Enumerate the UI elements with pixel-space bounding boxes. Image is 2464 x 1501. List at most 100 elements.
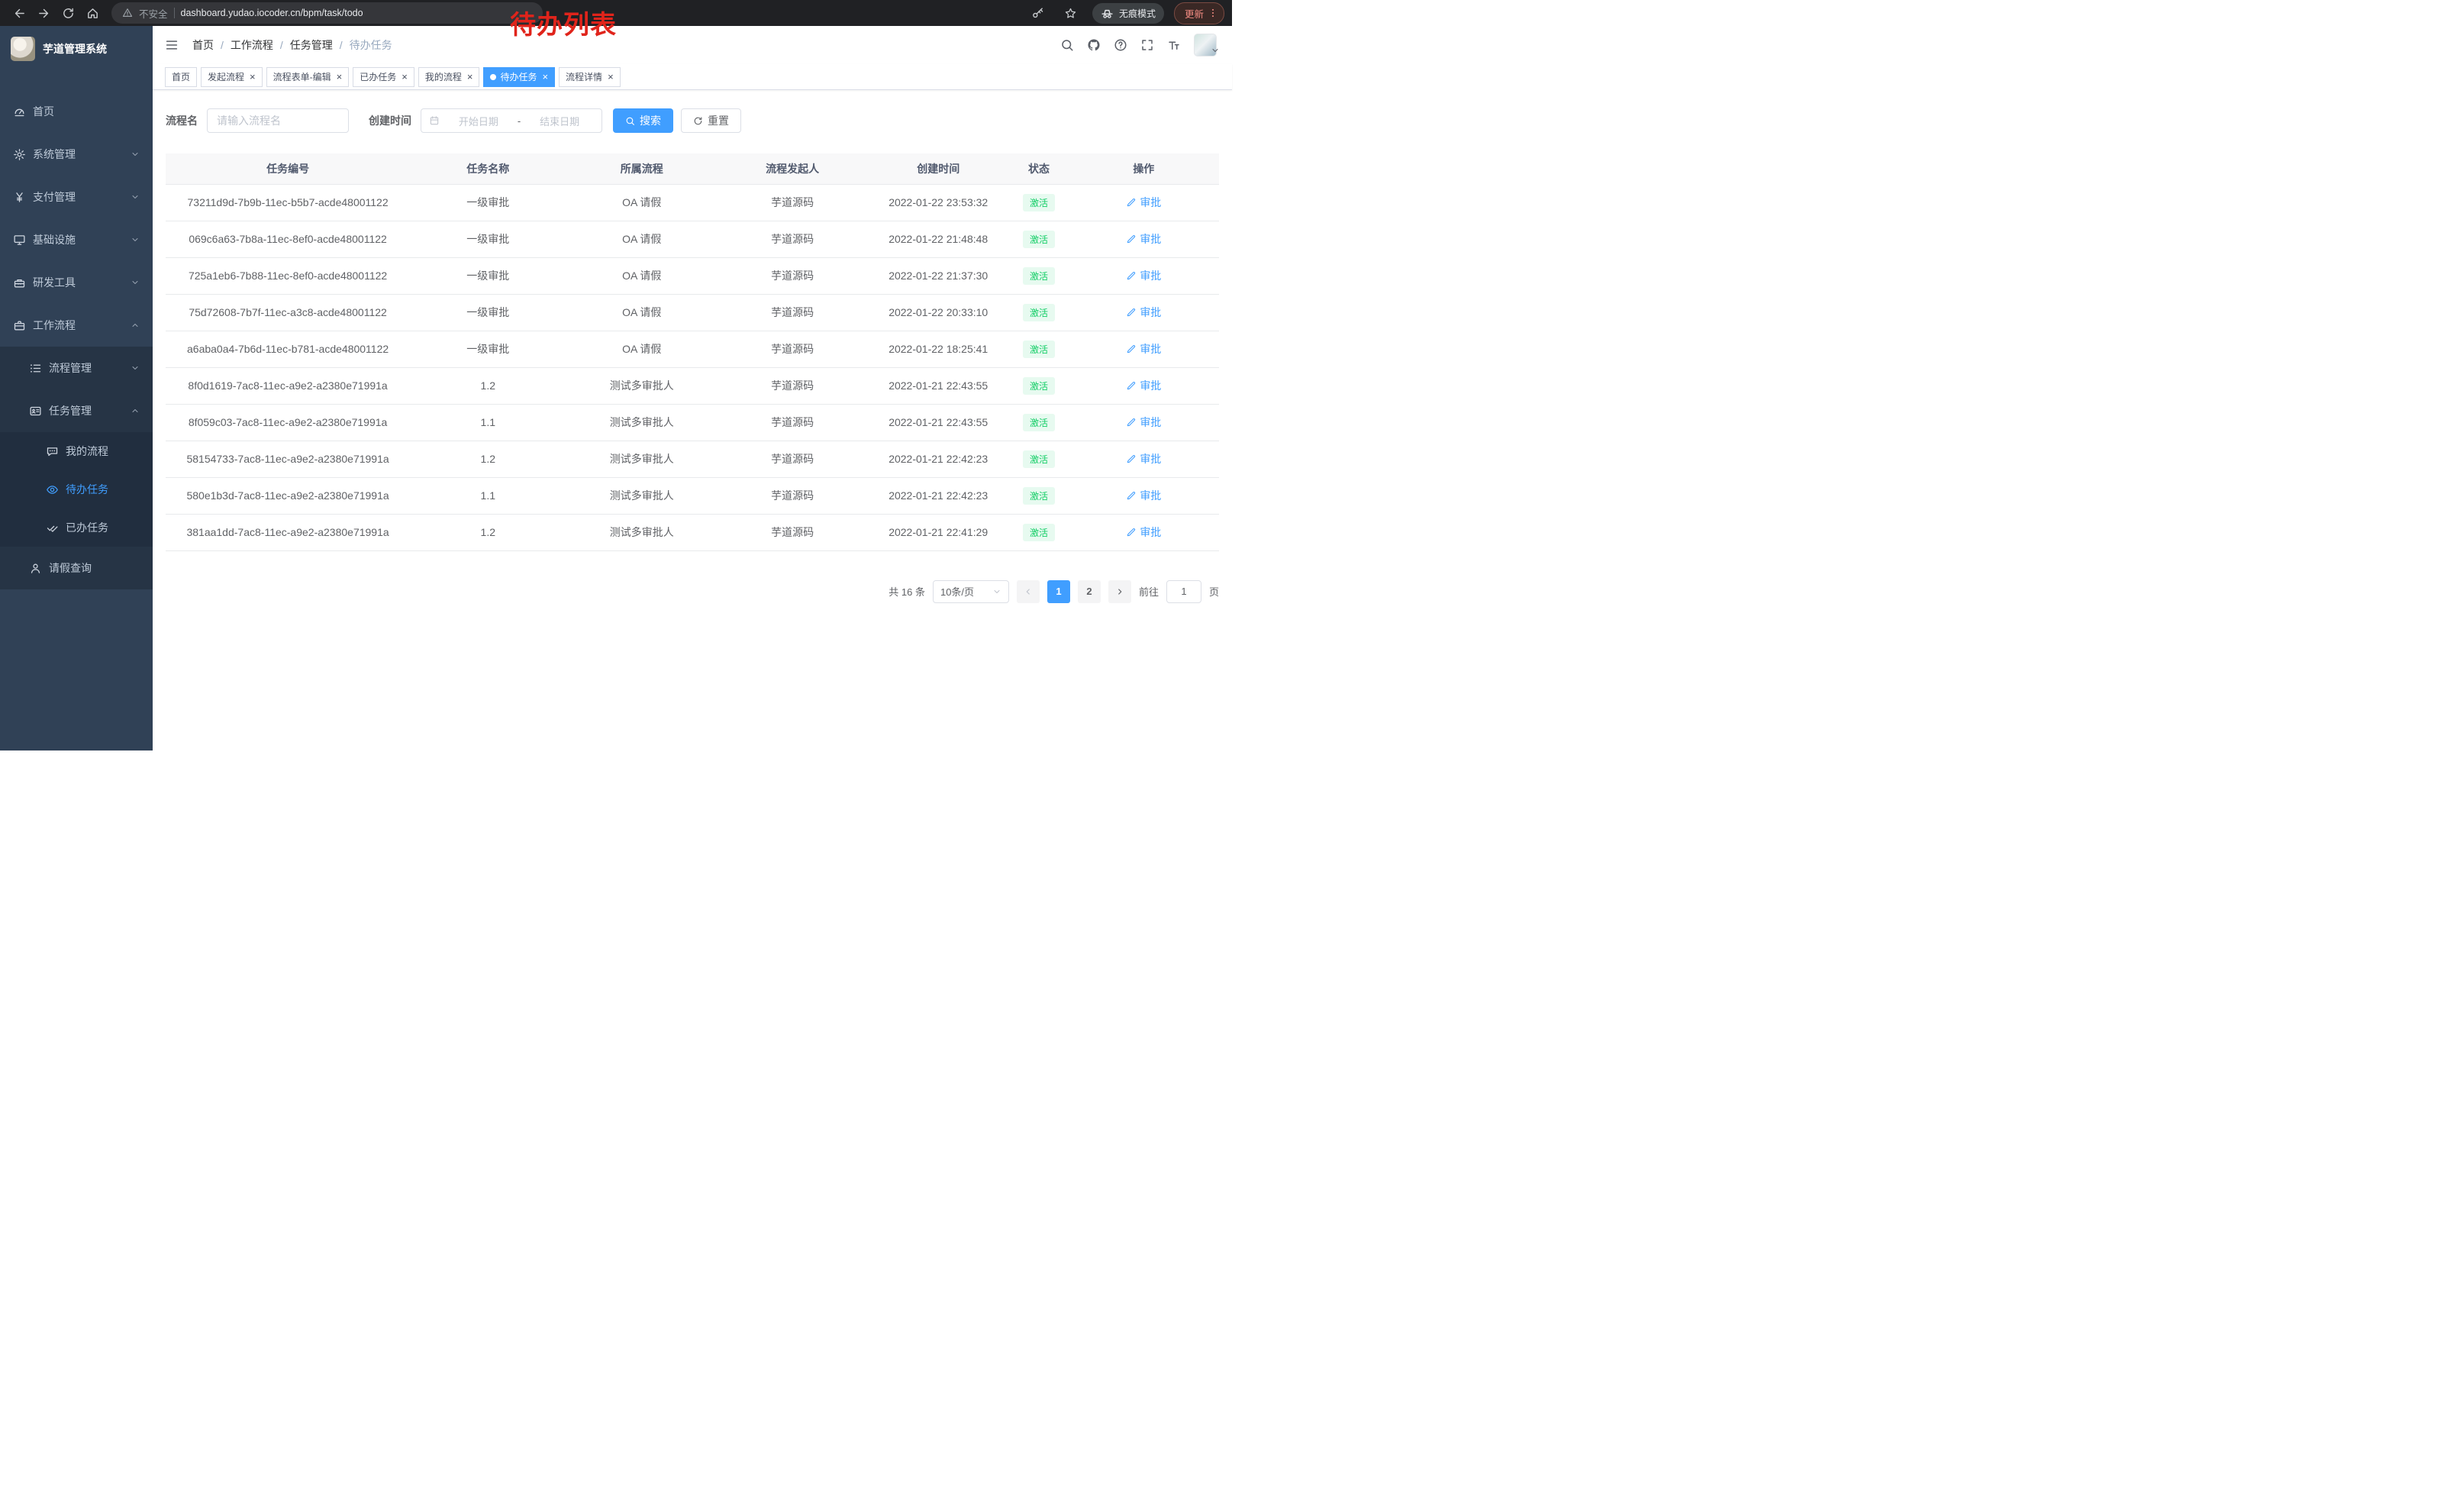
sidebar-item-label: 工作流程 [33, 318, 76, 333]
table-row: 8f059c03-7ac8-11ec-a9e2-a2380e71991a1.1测… [166, 404, 1219, 441]
tab[interactable]: 首页 [165, 67, 197, 87]
font-size-button[interactable] [1167, 38, 1181, 52]
security-label: 不安全 [139, 6, 168, 21]
sidebar-menu: 首页 系统管理 支付管理 基础设施 研发工具 [0, 72, 153, 589]
incognito-badge: 无痕模式 [1092, 3, 1164, 24]
pencil-icon [1126, 527, 1137, 537]
browser-update-button[interactable]: 更新 [1174, 2, 1224, 24]
approve-link[interactable]: 审批 [1126, 525, 1161, 540]
status-badge: 激活 [1023, 377, 1055, 395]
github-link[interactable] [1087, 38, 1101, 52]
approve-link[interactable]: 审批 [1126, 488, 1161, 503]
sidebar-item-my-processes[interactable]: 我的流程 [0, 432, 153, 470]
user-menu[interactable] [1194, 34, 1220, 56]
calendar-icon [429, 115, 440, 126]
cell-process: 测试多审批人 [566, 404, 718, 441]
sidebar-item-workflow[interactable]: 工作流程 [0, 304, 153, 347]
goto-page-input[interactable] [1166, 580, 1201, 603]
browser-reload-button[interactable] [56, 2, 79, 24]
tab-close-icon[interactable]: × [337, 72, 343, 82]
header-search-button[interactable] [1060, 38, 1074, 52]
red-annotation-text: 待办列表 [510, 4, 617, 41]
tab[interactable]: 待办任务× [483, 67, 555, 87]
approve-link[interactable]: 审批 [1126, 231, 1161, 247]
approve-link[interactable]: 审批 [1126, 305, 1161, 320]
cell-action: 审批 [1069, 441, 1219, 477]
app-logo[interactable]: 芋道管理系统 [0, 26, 153, 72]
tab-close-icon[interactable]: × [542, 72, 548, 82]
approve-link[interactable]: 审批 [1126, 415, 1161, 430]
cell-created: 2022-01-22 20:33:10 [867, 294, 1009, 331]
approve-link[interactable]: 审批 [1126, 195, 1161, 210]
url-text: dashboard.yudao.iocoder.cn/bpm/task/todo [181, 8, 363, 18]
sidebar-item-label: 支付管理 [33, 189, 76, 205]
search-button[interactable]: 搜索 [613, 108, 673, 133]
approve-link[interactable]: 审批 [1126, 268, 1161, 283]
approve-label: 审批 [1140, 341, 1161, 357]
cell-id: 75d72608-7b7f-11ec-a3c8-acde48001122 [166, 294, 410, 331]
breadcrumb-separator: / [280, 39, 283, 51]
fullscreen-button[interactable] [1140, 38, 1154, 52]
browser-back-button[interactable] [8, 2, 31, 24]
tabs-bar: 首页发起流程×流程表单-编辑×已办任务×我的流程×待办任务×流程详情× [153, 64, 1232, 90]
column-header-created: 创建时间 [867, 153, 1009, 184]
date-range-picker[interactable]: 开始日期 - 结束日期 [421, 108, 602, 133]
gear-icon [13, 148, 26, 161]
password-key-button[interactable] [1027, 2, 1050, 24]
approve-link[interactable]: 审批 [1126, 451, 1161, 466]
tab[interactable]: 我的流程× [418, 67, 480, 87]
cell-process: 测试多审批人 [566, 514, 718, 550]
tab[interactable]: 发起流程× [201, 67, 263, 87]
search-icon [1060, 38, 1074, 52]
prev-page-button[interactable] [1017, 580, 1040, 603]
breadcrumb-item[interactable]: 任务管理 [290, 37, 333, 53]
cell-status: 激活 [1009, 257, 1068, 294]
sidebar-item-dev-tools[interactable]: 研发工具 [0, 261, 153, 304]
page-button-2[interactable]: 2 [1078, 580, 1101, 603]
cell-name: 1.1 [410, 404, 566, 441]
tab-close-icon[interactable]: × [608, 72, 614, 82]
table-row: 580e1b3d-7ac8-11ec-a9e2-a2380e71991a1.1测… [166, 477, 1219, 514]
tab[interactable]: 流程详情× [559, 67, 621, 87]
reload-icon [62, 7, 75, 20]
sidebar-item-done-tasks[interactable]: 已办任务 [0, 508, 153, 547]
next-page-button[interactable] [1108, 580, 1131, 603]
page-size-select[interactable]: 10条/页 [933, 580, 1009, 603]
cell-created: 2022-01-22 21:48:48 [867, 221, 1009, 257]
cell-action: 审批 [1069, 294, 1219, 331]
sidebar-item-todo-tasks[interactable]: 待办任务 [0, 470, 153, 508]
approve-link[interactable]: 审批 [1126, 378, 1161, 393]
cell-id: 58154733-7ac8-11ec-a9e2-a2380e71991a [166, 441, 410, 477]
breadcrumb-item[interactable]: 首页 [192, 37, 214, 53]
process-name-input[interactable] [207, 108, 349, 133]
approve-link[interactable]: 审批 [1126, 341, 1161, 357]
bookmark-star-button[interactable] [1059, 2, 1082, 24]
column-header-status: 状态 [1009, 153, 1068, 184]
pencil-icon [1126, 417, 1137, 428]
tab[interactable]: 已办任务× [353, 67, 414, 87]
tab-close-icon[interactable]: × [467, 72, 473, 82]
sidebar-item-leave-query[interactable]: 请假查询 [0, 547, 153, 589]
tab-close-icon[interactable]: × [250, 72, 256, 82]
approve-label: 审批 [1140, 231, 1161, 247]
browser-home-button[interactable] [81, 2, 104, 24]
browser-address-bar[interactable]: 不安全 dashboard.yudao.iocoder.cn/bpm/task/… [111, 2, 543, 24]
breadcrumb-item[interactable]: 工作流程 [231, 37, 273, 53]
sidebar-item-process-management[interactable]: 流程管理 [0, 347, 153, 389]
chevron-down-icon [131, 150, 140, 159]
tab-close-icon[interactable]: × [402, 72, 408, 82]
reset-button[interactable]: 重置 [681, 108, 741, 133]
sidebar-item-infrastructure[interactable]: 基础设施 [0, 218, 153, 261]
tab[interactable]: 流程表单-编辑× [266, 67, 350, 87]
help-button[interactable] [1114, 38, 1127, 52]
sidebar-item-payment[interactable]: 支付管理 [0, 176, 153, 218]
sidebar-item-task-management[interactable]: 任务管理 [0, 389, 153, 432]
double-check-icon [46, 521, 59, 534]
sidebar-collapse-button[interactable] [165, 38, 179, 52]
question-icon [1114, 38, 1127, 52]
sidebar-item-home[interactable]: 首页 [0, 90, 153, 133]
sidebar-item-system[interactable]: 系统管理 [0, 133, 153, 176]
browser-forward-button[interactable] [32, 2, 55, 24]
goto-unit-label: 页 [1209, 584, 1219, 599]
page-button-1[interactable]: 1 [1047, 580, 1070, 603]
